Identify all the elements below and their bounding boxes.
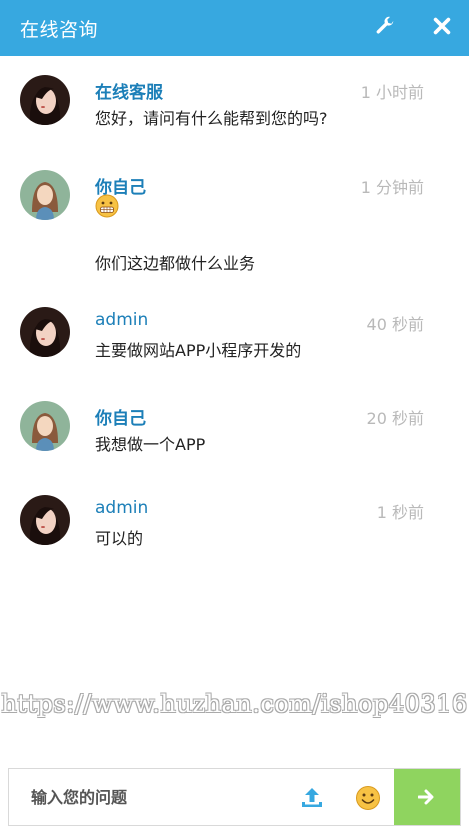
watermark: https://www.huzhan.com/ishop40316 xyxy=(1,690,468,718)
arrow-right-icon xyxy=(418,789,434,805)
send-button[interactable] xyxy=(394,769,460,825)
message-text: 主要做网站APP小程序开发的 xyxy=(95,341,302,360)
chat-header: 在线咨询 xyxy=(0,0,469,56)
user-avatar xyxy=(20,401,70,451)
message-text: 可以的 xyxy=(95,529,144,548)
message-text: 您好，请问有什么能帮到您的吗? xyxy=(95,109,328,128)
message-time: 1 分钟前 xyxy=(360,178,424,197)
message-time: 40 秒前 xyxy=(366,315,424,334)
message-input[interactable] xyxy=(29,787,293,808)
close-icon[interactable] xyxy=(431,15,453,37)
emoji-icon[interactable] xyxy=(355,785,381,811)
message-text: 我想做一个APP xyxy=(95,435,206,454)
agent-avatar xyxy=(20,307,70,357)
sender-name: admin xyxy=(95,498,149,518)
sender-name: 你自己 xyxy=(95,409,146,429)
sender-name: 在线客服 xyxy=(95,83,163,103)
agent-avatar xyxy=(20,495,70,545)
message-time: 1 小时前 xyxy=(360,83,424,102)
agent-avatar xyxy=(20,75,70,125)
grimacing-emoji-icon xyxy=(95,194,119,218)
wrench-icon[interactable] xyxy=(374,16,396,38)
message-text: 你们这边都做什么业务 xyxy=(95,254,256,273)
message-time: 1 秒前 xyxy=(376,503,424,522)
chat-title: 在线咨询 xyxy=(20,19,99,41)
message-input-bar xyxy=(8,768,461,826)
sender-name: admin xyxy=(95,310,149,330)
upload-icon[interactable] xyxy=(299,785,325,811)
message-time: 20 秒前 xyxy=(366,409,424,428)
user-avatar xyxy=(20,170,70,220)
